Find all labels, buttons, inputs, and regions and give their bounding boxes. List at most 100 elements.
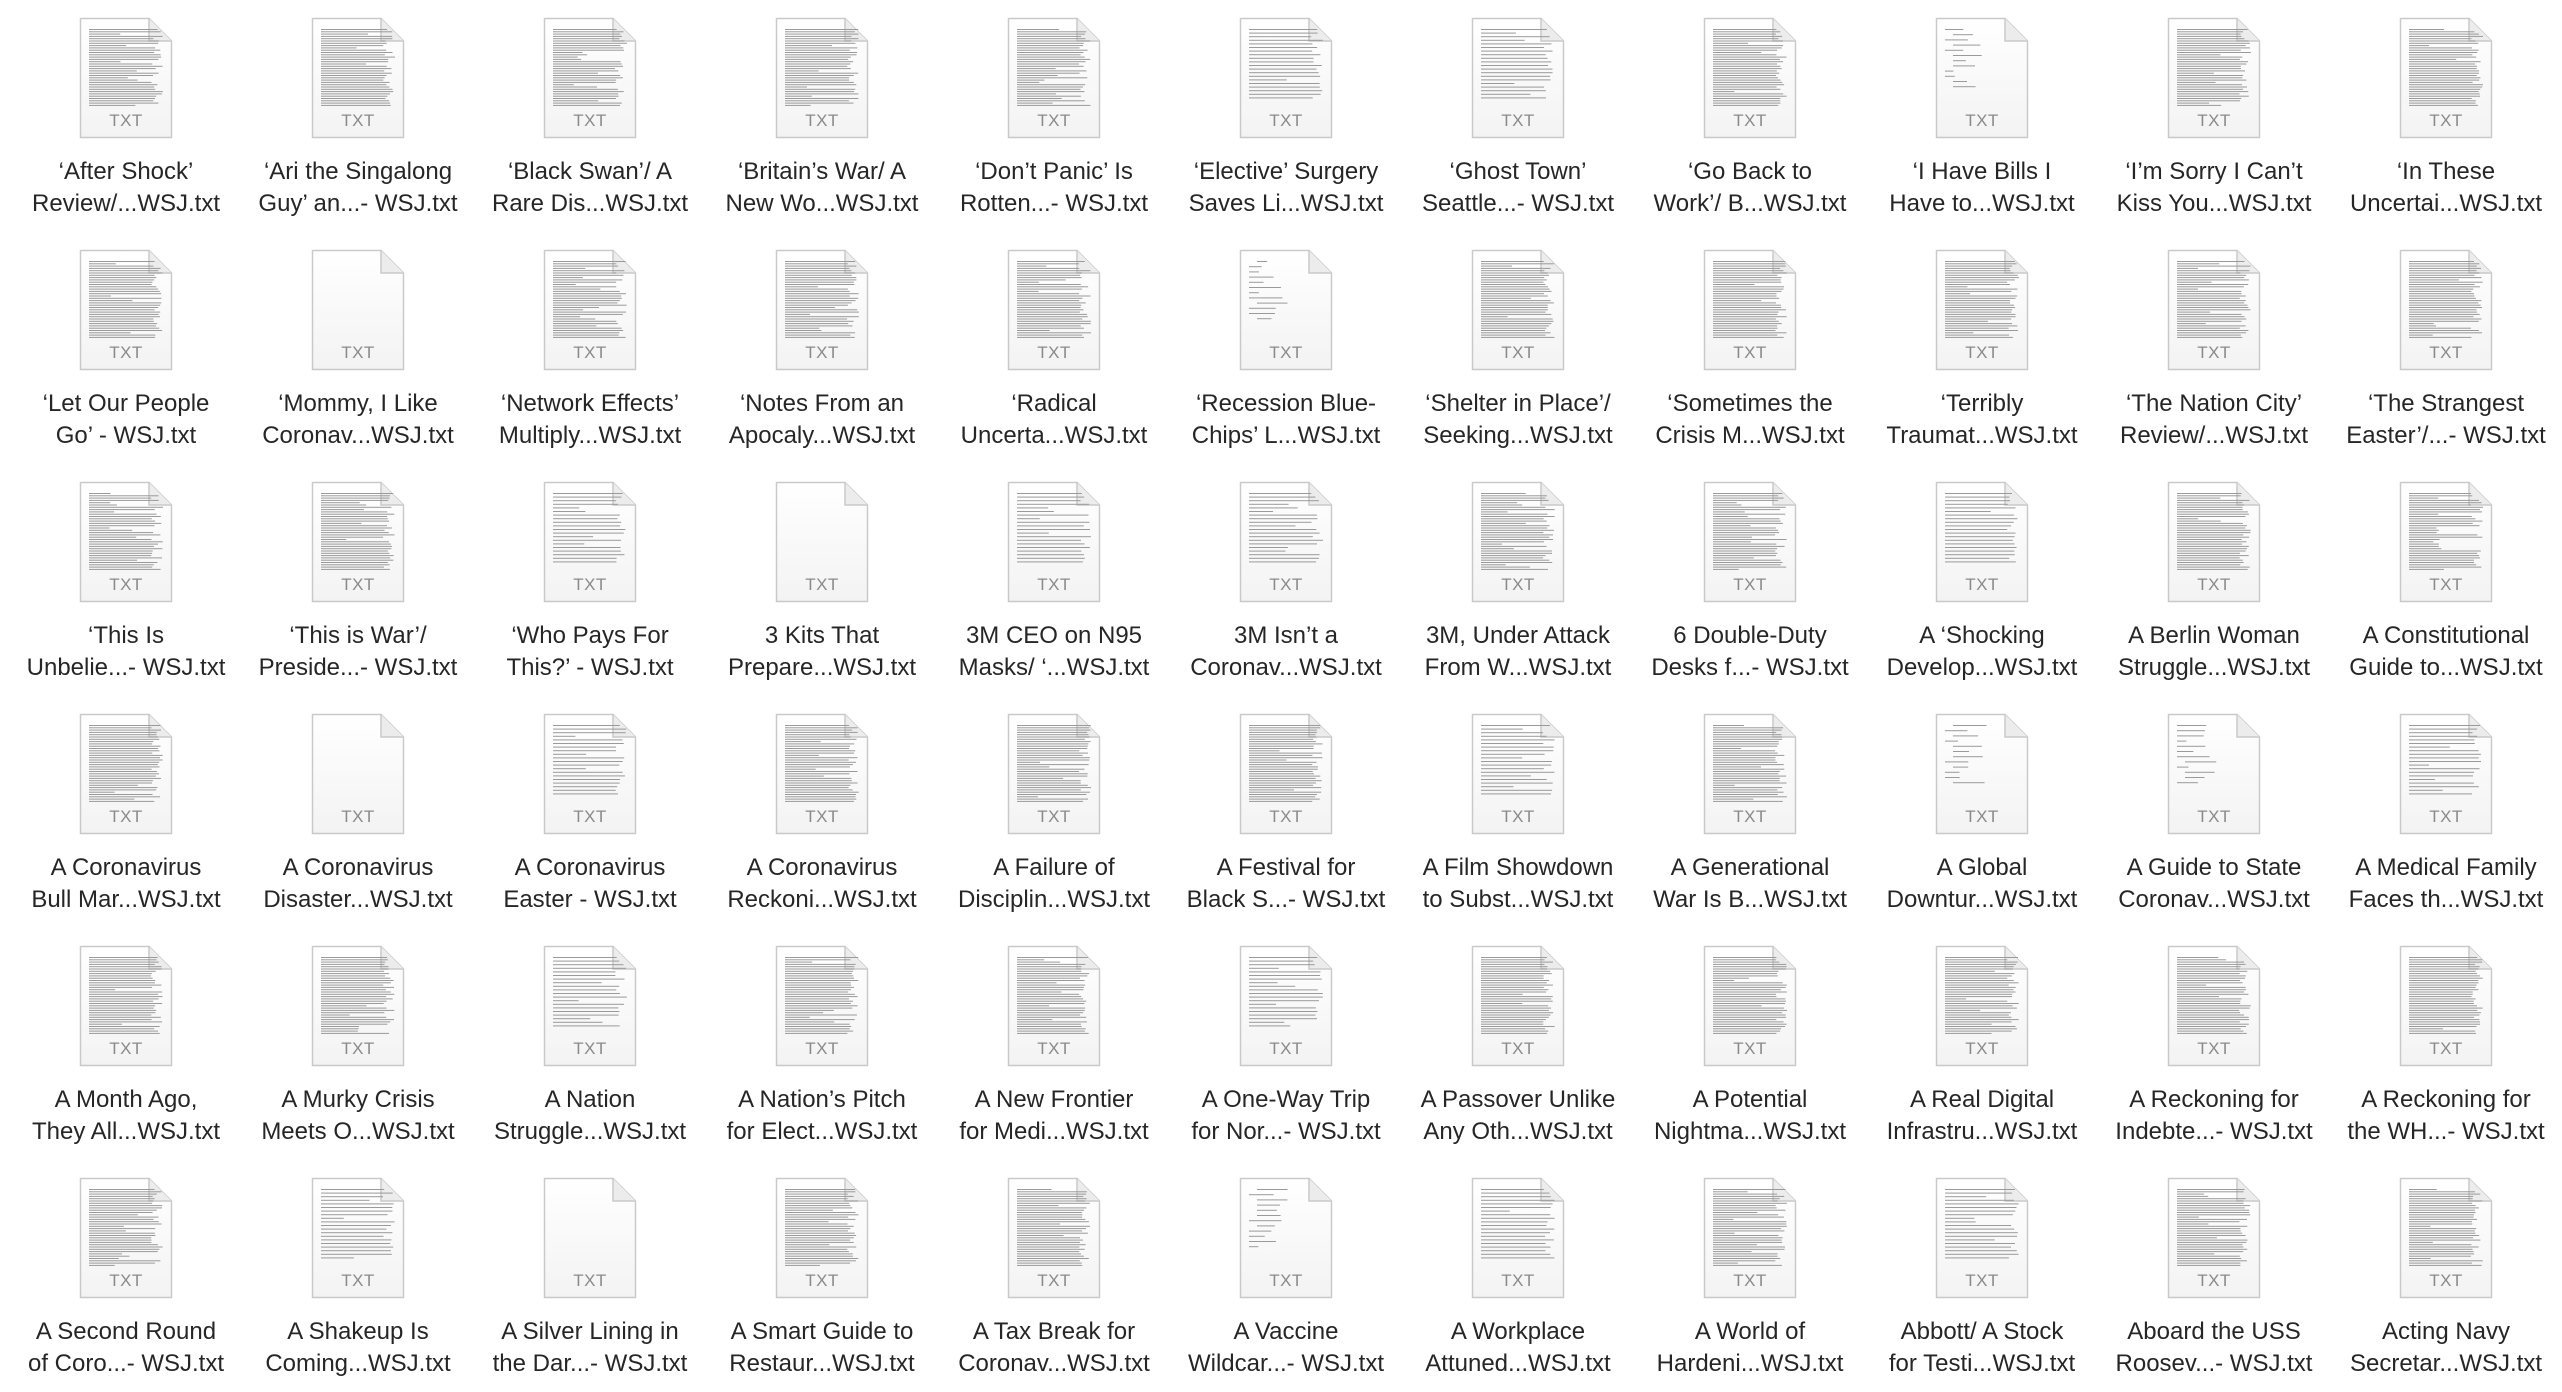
- file-name-label: A Shakeup Is Coming...WSJ.txt: [242, 1316, 474, 1380]
- file-item[interactable]: TXT ‘Let Our People Go’ - WSJ.txt: [10, 232, 242, 464]
- file-type-label: TXT: [1965, 575, 1999, 594]
- text-document-icon: TXT: [1239, 945, 1333, 1067]
- file-name-line-2: War Is B...WSJ.txt: [1653, 886, 1847, 913]
- file-item[interactable]: TXT A Reckoning for Indebte...- WSJ.txt: [2098, 928, 2330, 1160]
- file-item[interactable]: TXT A Coronavirus Bull Mar...WSJ.txt: [10, 696, 242, 928]
- file-item[interactable]: TXT A One-Way Trip for Nor...- WSJ.txt: [1170, 928, 1402, 1160]
- file-item[interactable]: TXT A Coronavirus Easter - WSJ.txt: [474, 696, 706, 928]
- file-item[interactable]: TXT A Passover Unlike Any Oth...WSJ.txt: [1402, 928, 1634, 1160]
- file-item[interactable]: TXT A Global Downtur...WSJ.txt: [1866, 696, 2098, 928]
- file-item[interactable]: TXT ‘Don’t Panic’ Is Rotten...- WSJ.txt: [938, 0, 1170, 232]
- file-item[interactable]: TXT Abbott/ A Stock for Testi...WSJ.txt: [1866, 1160, 2098, 1392]
- text-document-icon: TXT: [775, 713, 869, 835]
- file-item[interactable]: TXT ‘Who Pays For This?’ - WSJ.txt: [474, 464, 706, 696]
- file-item[interactable]: TXT A Failure of Disciplin...WSJ.txt: [938, 696, 1170, 928]
- file-item[interactable]: TXT Acting Navy Secretar...WSJ.txt: [2330, 1160, 2562, 1392]
- file-item[interactable]: TXT ‘I’m Sorry I Can’t Kiss You...WSJ.txt: [2098, 0, 2330, 232]
- file-name-line-2: Reckoni...WSJ.txt: [727, 886, 917, 913]
- file-item[interactable]: TXT ‘Go Back to Work’/ B...WSJ.txt: [1634, 0, 1866, 232]
- file-item[interactable]: TXT A Tax Break for Coronav...WSJ.txt: [938, 1160, 1170, 1392]
- file-item[interactable]: TXT 3M Isn’t a Coronav...WSJ.txt: [1170, 464, 1402, 696]
- file-item[interactable]: TXT 6 Double-Duty Desks f...- WSJ.txt: [1634, 464, 1866, 696]
- file-item[interactable]: TXT A Berlin Woman Struggle...WSJ.txt: [2098, 464, 2330, 696]
- file-item[interactable]: TXT ‘Ghost Town’ Seattle...- WSJ.txt: [1402, 0, 1634, 232]
- file-name-line-2: Have to...WSJ.txt: [1889, 190, 2075, 217]
- file-item[interactable]: TXT A Reckoning for the WH...- WSJ.txt: [2330, 928, 2562, 1160]
- file-name-line-1: A Medical Family: [2355, 854, 2537, 881]
- file-name-label: ‘Network Effects’ Multiply...WSJ.txt: [474, 388, 706, 452]
- file-type-label: TXT: [1269, 1271, 1303, 1290]
- file-item[interactable]: TXT ‘Shelter in Place’/ Seeking...WSJ.txt: [1402, 232, 1634, 464]
- file-item[interactable]: TXT A Coronavirus Reckoni...WSJ.txt: [706, 696, 938, 928]
- file-item[interactable]: TXT A Generational War Is B...WSJ.txt: [1634, 696, 1866, 928]
- file-item[interactable]: TXT ‘Britain’s War/ A New Wo...WSJ.txt: [706, 0, 938, 232]
- file-type-label: TXT: [1269, 575, 1303, 594]
- file-type-label: TXT: [805, 575, 839, 594]
- file-name-line-1: ‘This is War’/: [289, 622, 427, 649]
- file-name-label: A Smart Guide to Restaur...WSJ.txt: [706, 1316, 938, 1380]
- file-item[interactable]: TXT ‘The Strangest Easter’/...- WSJ.txt: [2330, 232, 2562, 464]
- file-item[interactable]: TXT A Film Showdown to Subst...WSJ.txt: [1402, 696, 1634, 928]
- file-item[interactable]: TXT A Second Round of Coro...- WSJ.txt: [10, 1160, 242, 1392]
- file-item[interactable]: TXT A Silver Lining in the Dar...- WSJ.txt: [474, 1160, 706, 1392]
- file-item[interactable]: TXT ‘Ari the Singalong Guy’ an...- WSJ.txt: [242, 0, 474, 232]
- file-item[interactable]: TXT ‘This is War’/ Preside...- WSJ.txt: [242, 464, 474, 696]
- file-item[interactable]: TXT A Shakeup Is Coming...WSJ.txt: [242, 1160, 474, 1392]
- file-item[interactable]: TXT A Real Digital Infrastru...WSJ.txt: [1866, 928, 2098, 1160]
- file-item[interactable]: TXT ‘In These Uncertai...WSJ.txt: [2330, 0, 2562, 232]
- file-name-line-2: Saves Li...WSJ.txt: [1188, 190, 1384, 217]
- file-name-line-2: Secretar...WSJ.txt: [2349, 1350, 2543, 1377]
- file-name-label: ‘Go Back to Work’/ B...WSJ.txt: [1634, 156, 1866, 220]
- file-item[interactable]: TXT ‘Network Effects’ Multiply...WSJ.txt: [474, 232, 706, 464]
- file-item[interactable]: TXT A Festival for Black S...- WSJ.txt: [1170, 696, 1402, 928]
- file-name-line-1: A ‘Shocking: [1919, 622, 2045, 649]
- file-item[interactable]: TXT A Workplace Attuned...WSJ.txt: [1402, 1160, 1634, 1392]
- file-item[interactable]: TXT ‘Sometimes the Crisis M...WSJ.txt: [1634, 232, 1866, 464]
- file-name-line-1: ‘The Strangest: [2367, 390, 2525, 417]
- file-name-label: ‘Notes From an Apocaly...WSJ.txt: [706, 388, 938, 452]
- file-item[interactable]: TXT ‘Terribly Traumat...WSJ.txt: [1866, 232, 2098, 464]
- file-item[interactable]: TXT A Constitutional Guide to...WSJ.txt: [2330, 464, 2562, 696]
- file-item[interactable]: TXT ‘Notes From an Apocaly...WSJ.txt: [706, 232, 938, 464]
- file-item[interactable]: TXT A Vaccine Wildcar...- WSJ.txt: [1170, 1160, 1402, 1392]
- file-item[interactable]: TXT ‘Elective’ Surgery Saves Li...WSJ.txt: [1170, 0, 1402, 232]
- file-item[interactable]: TXT A Guide to State Coronav...WSJ.txt: [2098, 696, 2330, 928]
- file-item[interactable]: TXT ‘Recession Blue- Chips’ L...WSJ.txt: [1170, 232, 1402, 464]
- file-name-label: A Real Digital Infrastru...WSJ.txt: [1866, 1084, 2098, 1148]
- text-document-icon: TXT: [543, 713, 637, 835]
- file-name-line-1: A New Frontier: [974, 1086, 1134, 1113]
- file-item[interactable]: TXT 3M, Under Attack From W...WSJ.txt: [1402, 464, 1634, 696]
- file-item[interactable]: TXT ‘The Nation City’ Review/...WSJ.txt: [2098, 232, 2330, 464]
- file-item[interactable]: TXT A New Frontier for Medi...WSJ.txt: [938, 928, 1170, 1160]
- text-document-icon: TXT: [775, 1177, 869, 1299]
- file-item[interactable]: TXT A Nation Struggle...WSJ.txt: [474, 928, 706, 1160]
- file-type-label: TXT: [341, 1271, 375, 1290]
- file-item[interactable]: TXT 3M CEO on N95 Masks/ ‘...WSJ.txt: [938, 464, 1170, 696]
- file-item[interactable]: TXT A World of Hardeni...WSJ.txt: [1634, 1160, 1866, 1392]
- file-item[interactable]: TXT A ‘Shocking Develop...WSJ.txt: [1866, 464, 2098, 696]
- file-name-line-2: Seattle...- WSJ.txt: [1421, 190, 1615, 217]
- file-item[interactable]: TXT A Nation’s Pitch for Elect...WSJ.txt: [706, 928, 938, 1160]
- text-document-icon: TXT: [1239, 713, 1333, 835]
- file-name-line-1: ‘Recession Blue-: [1195, 390, 1377, 417]
- file-item[interactable]: TXT A Medical Family Faces th...WSJ.txt: [2330, 696, 2562, 928]
- file-item[interactable]: TXT A Potential Nightma...WSJ.txt: [1634, 928, 1866, 1160]
- text-document-icon: TXT: [1007, 17, 1101, 139]
- text-document-icon: TXT: [775, 481, 869, 603]
- file-name-label: A Vaccine Wildcar...- WSJ.txt: [1170, 1316, 1402, 1380]
- file-item[interactable]: TXT ‘I Have Bills I Have to...WSJ.txt: [1866, 0, 2098, 232]
- file-item[interactable]: TXT ‘Radical Uncerta...WSJ.txt: [938, 232, 1170, 464]
- file-item[interactable]: TXT A Murky Crisis Meets O...WSJ.txt: [242, 928, 474, 1160]
- file-item[interactable]: TXT A Smart Guide to Restaur...WSJ.txt: [706, 1160, 938, 1392]
- file-item[interactable]: TXT ‘This Is Unbelie...- WSJ.txt: [10, 464, 242, 696]
- file-item[interactable]: TXT A Month Ago, They All...WSJ.txt: [10, 928, 242, 1160]
- file-name-line-2: Rare Dis...WSJ.txt: [491, 190, 689, 217]
- file-type-label: TXT: [341, 1039, 375, 1058]
- file-item[interactable]: TXT ‘After Shock’ Review/...WSJ.txt: [10, 0, 242, 232]
- file-item[interactable]: TXT 3 Kits That Prepare...WSJ.txt: [706, 464, 938, 696]
- file-item[interactable]: TXT ‘Black Swan’/ A Rare Dis...WSJ.txt: [474, 0, 706, 232]
- file-name-line-1: ‘Britain’s War/ A: [737, 158, 907, 185]
- file-item[interactable]: TXT A Coronavirus Disaster...WSJ.txt: [242, 696, 474, 928]
- file-item[interactable]: TXT ‘Mommy, I Like Coronav...WSJ.txt: [242, 232, 474, 464]
- file-item[interactable]: TXT Aboard the USS Roosev...- WSJ.txt: [2098, 1160, 2330, 1392]
